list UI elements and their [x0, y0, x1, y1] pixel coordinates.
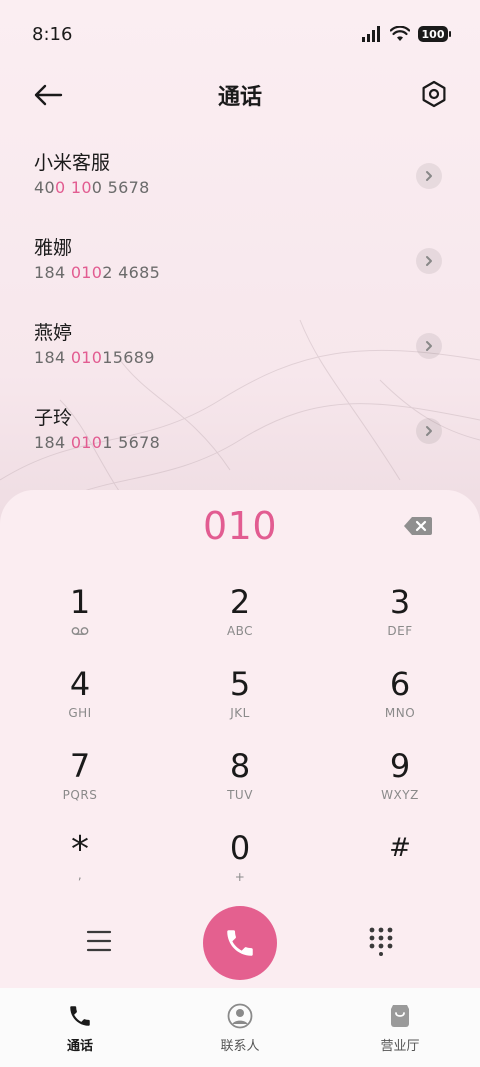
contact-detail-button[interactable]: [416, 333, 442, 359]
key-letters: WXYZ: [381, 788, 419, 802]
key-digit: 4: [69, 665, 91, 703]
contact-detail-button[interactable]: [416, 418, 442, 444]
key-letters: TUV: [227, 788, 253, 802]
key-digit: 5: [229, 665, 251, 703]
key-digit: 2: [229, 583, 251, 621]
nav-label: 通话: [66, 1039, 93, 1054]
keypad-row: 4 GHI 5 JKL 6 MNO: [0, 662, 480, 744]
nav-tab-calls[interactable]: 通话: [0, 988, 160, 1067]
battery-level: 100: [421, 27, 445, 41]
key-digit: 1: [69, 583, 91, 621]
status-bar: 8:16 100: [0, 0, 480, 68]
nav-label: 联系人: [220, 1039, 260, 1054]
phone-icon: [66, 1002, 94, 1030]
contact-number: 184 01015689: [34, 348, 155, 367]
page-title: 通话: [217, 85, 262, 110]
key-letters: GHI: [68, 706, 92, 720]
key-6[interactable]: 6 MNO: [320, 662, 480, 744]
header: 通话: [0, 68, 480, 122]
keypad-row: 7 PQRS 8 TUV 9 WXYZ: [0, 744, 480, 826]
chevron-right-icon: [426, 426, 432, 436]
list-item[interactable]: 燕婷 184 01015689: [0, 303, 480, 388]
key-0[interactable]: 0 +: [160, 826, 320, 908]
key-letters: JKL: [230, 706, 250, 720]
key-8[interactable]: 8 TUV: [160, 744, 320, 826]
key-digit: *: [71, 829, 89, 870]
key-2[interactable]: 2 ABC: [160, 580, 320, 662]
chevron-right-icon: [426, 171, 432, 181]
back-button[interactable]: [30, 80, 66, 110]
dialpad-grid-icon: [369, 927, 393, 956]
menu-button[interactable]: [84, 926, 114, 956]
list-item[interactable]: 子玲 184 0101 5678: [0, 388, 480, 473]
call-action-row: [0, 904, 480, 980]
backspace-icon: [404, 517, 432, 535]
person-icon: [226, 1002, 254, 1030]
key-9[interactable]: 9 WXYZ: [320, 744, 480, 826]
key-letters: ,: [77, 868, 83, 882]
contact-name: 子玲: [34, 407, 73, 429]
key-digit: 3: [389, 583, 411, 621]
key-5[interactable]: 5 JKL: [160, 662, 320, 744]
hamburger-menu-icon: [86, 930, 112, 952]
nav-tab-service-hall[interactable]: 营业厅: [320, 988, 480, 1067]
list-item[interactable]: 小米客服 400 100 5678: [0, 133, 480, 218]
status-time: 8:16: [32, 23, 73, 45]
key-digit: 8: [229, 747, 251, 785]
key-digit: 9: [389, 747, 411, 785]
signal-icon: [362, 26, 380, 42]
key-letters: +: [234, 870, 246, 884]
contact-detail-button[interactable]: [416, 163, 442, 189]
contact-detail-button[interactable]: [416, 248, 442, 274]
back-arrow-icon: [34, 84, 63, 106]
key-digit: 6: [389, 665, 411, 703]
chevron-right-icon: [426, 341, 432, 351]
nav-tab-contacts[interactable]: 联系人: [160, 988, 320, 1067]
keypad-row: * , 0 + #: [0, 826, 480, 908]
keypad: 1 2 ABC 3 DEF 4 GHI 5 JKL 6 MNO 7 PQRS 8…: [0, 580, 480, 908]
keypad-toggle-button[interactable]: [366, 926, 396, 956]
contact-name: 燕婷: [34, 322, 73, 344]
shopping-bag-icon: [386, 1002, 414, 1030]
key-letters: ABC: [226, 624, 254, 638]
key-digit: 0: [229, 829, 251, 867]
contact-number: 400 100 5678: [34, 178, 150, 197]
contact-list: 小米客服 400 100 5678 雅娜 184 0102 4685 燕婷 18…: [0, 133, 480, 473]
key-digit: 7: [69, 747, 91, 785]
settings-button[interactable]: [418, 78, 450, 110]
backspace-button[interactable]: [402, 514, 434, 538]
contact-name: 小米客服: [34, 152, 111, 174]
key-4[interactable]: 4 GHI: [0, 662, 160, 744]
chevron-right-icon: [426, 256, 432, 266]
voicemail-icon: [71, 624, 89, 638]
battery-icon: 100: [418, 26, 451, 42]
settings-hexagon-icon: [422, 80, 446, 108]
wifi-icon: [390, 26, 410, 41]
dialer-panel: 010 1 2 ABC 3 DEF 4 GHI 5 JKL 6 MNO 7 PQ…: [0, 490, 480, 1067]
key-star[interactable]: * ,: [0, 826, 160, 908]
call-button[interactable]: [203, 906, 277, 980]
key-letters: MNO: [384, 706, 416, 720]
bottom-nav: 通话 联系人 营业厅: [0, 988, 480, 1067]
status-icons: 100: [362, 26, 451, 42]
key-digit: #: [389, 833, 411, 863]
keypad-row: 1 2 ABC 3 DEF: [0, 580, 480, 662]
key-3[interactable]: 3 DEF: [320, 580, 480, 662]
key-7[interactable]: 7 PQRS: [0, 744, 160, 826]
nav-label: 营业厅: [380, 1039, 420, 1054]
key-letters: DEF: [387, 624, 413, 638]
contact-name: 雅娜: [34, 237, 73, 259]
contact-number: 184 0101 5678: [34, 433, 161, 452]
phone-icon: [227, 930, 253, 956]
contact-number: 184 0102 4685: [34, 263, 161, 282]
list-item[interactable]: 雅娜 184 0102 4685: [0, 218, 480, 303]
key-hash[interactable]: #: [320, 826, 480, 908]
key-1[interactable]: 1: [0, 580, 160, 662]
key-letters: PQRS: [62, 788, 98, 802]
